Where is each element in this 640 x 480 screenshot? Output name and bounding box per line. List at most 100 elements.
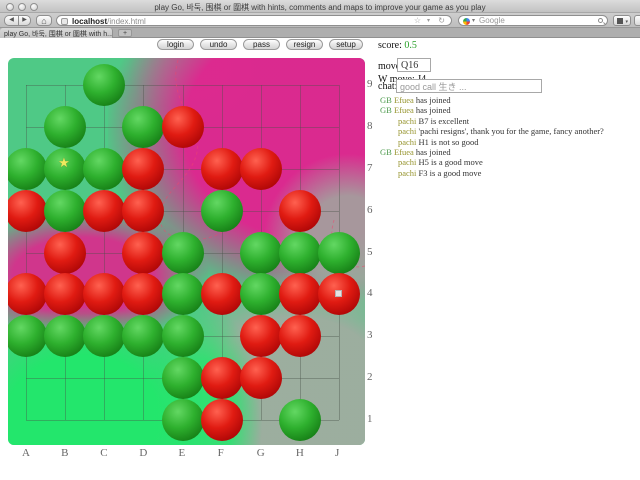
row-label-6: 6 xyxy=(367,204,373,216)
go-board[interactable]: ★ xyxy=(8,58,365,445)
resign-button[interactable]: resign xyxy=(286,39,323,50)
back-icon: ◀ xyxy=(9,17,14,23)
stone-C7 xyxy=(83,148,125,190)
row-label-1: 1 xyxy=(367,413,373,425)
stone-F2 xyxy=(201,357,243,399)
chat-input[interactable] xyxy=(396,79,542,93)
score-line: score: 0.5 xyxy=(378,40,417,51)
panels-icon xyxy=(617,18,623,24)
go-board-area: ★ ABCDEFGHJ xyxy=(8,58,365,460)
chat-user-name: pachi xyxy=(398,126,419,136)
chat-message: pachi B7 is excellent xyxy=(380,116,638,126)
chat-user-name: pachi xyxy=(398,116,419,126)
login-button[interactable]: login xyxy=(157,39,194,50)
bookmark-star-icon[interactable]: ☆ xyxy=(414,16,421,26)
url-text: localhost/index.html xyxy=(72,17,146,26)
stone-B6 xyxy=(44,190,86,232)
stone-G4 xyxy=(240,273,282,315)
home-button[interactable]: ⌂ xyxy=(36,15,52,26)
row-label-9: 9 xyxy=(367,78,373,90)
tab-play-go[interactable]: play Go, 바둑, 围棋 or 圍棋 with h... xyxy=(0,28,113,38)
chat-message: pachi H5 is a good move xyxy=(380,157,638,167)
chat-user-name: pachi xyxy=(398,168,419,178)
pass-button[interactable]: pass xyxy=(243,39,280,50)
col-label-D: D xyxy=(139,447,147,459)
panels-button[interactable]: ▾ xyxy=(613,15,631,26)
column-labels: ABCDEFGHJ xyxy=(8,447,365,460)
stone-F7 xyxy=(201,148,243,190)
chat-message-text: has joined xyxy=(416,95,451,105)
url-caret-icon[interactable]: ▾ xyxy=(427,16,430,26)
stone-E2 xyxy=(162,357,204,399)
search-input[interactable] xyxy=(479,16,589,25)
stone-D8 xyxy=(122,106,164,148)
stone-H5 xyxy=(279,232,321,274)
chat-log: GB Efuea has joinedGB Efuea has joinedpa… xyxy=(380,95,638,178)
row-labels: 987654321 xyxy=(367,58,381,445)
chat-message: GB Efuea has joined xyxy=(380,95,638,105)
stone-F1 xyxy=(201,399,243,441)
url-bar[interactable]: localhost/index.html ☆ ▾ ↻ xyxy=(56,15,452,26)
back-button[interactable]: ◀ xyxy=(4,15,19,26)
stone-G7 xyxy=(240,148,282,190)
chat-message-text: has joined xyxy=(416,105,451,115)
stone-F6 xyxy=(201,190,243,232)
setup-button[interactable]: setup xyxy=(329,39,363,50)
search-icon[interactable] xyxy=(598,18,603,23)
stone-H6 xyxy=(279,190,321,232)
col-label-J: J xyxy=(335,447,339,459)
row-label-2: 2 xyxy=(367,371,373,383)
chat-message: GB Efuea has joined xyxy=(380,147,638,157)
forward-button[interactable]: ▶ xyxy=(18,15,31,26)
stone-G5 xyxy=(240,232,282,274)
chat-country-tag: GB xyxy=(380,95,394,105)
chat-message: pachi F3 is a good move xyxy=(380,168,638,178)
stone-H4 xyxy=(279,273,321,315)
chat-message: GB Efuea has joined xyxy=(380,105,638,115)
toolbar-extra-button[interactable] xyxy=(634,15,640,26)
chat-user-name: pachi xyxy=(398,157,419,167)
stone-B8 xyxy=(44,106,86,148)
window-title: play Go, 바둑, 围棋 or 圍棋 with hints, commen… xyxy=(0,2,640,13)
chat-user-name: Efuea xyxy=(394,147,416,157)
stone-A6 xyxy=(8,190,47,232)
search-engine-caret-icon[interactable]: ▾ xyxy=(472,16,475,27)
col-label-H: H xyxy=(296,447,304,459)
stone-C9 xyxy=(83,64,125,106)
score-label: score: xyxy=(378,40,402,51)
chat-country-tag: GB xyxy=(380,105,394,115)
reload-icon[interactable]: ↻ xyxy=(438,16,445,26)
google-logo-icon[interactable] xyxy=(463,18,470,25)
chat-user-name: Efuea xyxy=(394,95,416,105)
col-label-E: E xyxy=(179,447,186,459)
search-bar[interactable]: ▾ xyxy=(458,15,608,26)
chat-message-text: B7 is excellent xyxy=(419,116,470,126)
forward-icon: ▶ xyxy=(22,17,27,23)
tab-bar: play Go, 바둑, 围棋 or 圍棋 with h... + xyxy=(0,28,640,38)
stone-J5 xyxy=(318,232,360,274)
stone-D6 xyxy=(122,190,164,232)
row-label-5: 5 xyxy=(367,246,373,258)
stone-B5 xyxy=(44,232,86,274)
stone-H3 xyxy=(279,315,321,357)
undo-button[interactable]: undo xyxy=(200,39,237,50)
stone-E1 xyxy=(162,399,204,441)
chat-message: pachi 'pachi resigns', thank you for the… xyxy=(380,126,638,136)
chat-message-text: H1 is not so good xyxy=(419,137,479,147)
stone-E5 xyxy=(162,232,204,274)
col-label-B: B xyxy=(61,447,68,459)
stone-C6 xyxy=(83,190,125,232)
stone-E4 xyxy=(162,273,204,315)
stone-F4 xyxy=(201,273,243,315)
stone-A7 xyxy=(8,148,47,190)
col-label-C: C xyxy=(100,447,107,459)
new-tab-button[interactable]: + xyxy=(118,29,132,37)
stone-D7 xyxy=(122,148,164,190)
move-input[interactable] xyxy=(397,58,431,72)
row-label-4: 4 xyxy=(367,287,373,299)
title-bar: play Go, 바둑, 围棋 or 圍棋 with hints, commen… xyxy=(0,0,640,13)
browser-window: play Go, 바둑, 围棋 or 圍棋 with hints, commen… xyxy=(0,0,640,480)
home-icon: ⌂ xyxy=(41,16,46,26)
star-marker-B7: ★ xyxy=(58,156,70,169)
col-label-G: G xyxy=(257,447,265,459)
